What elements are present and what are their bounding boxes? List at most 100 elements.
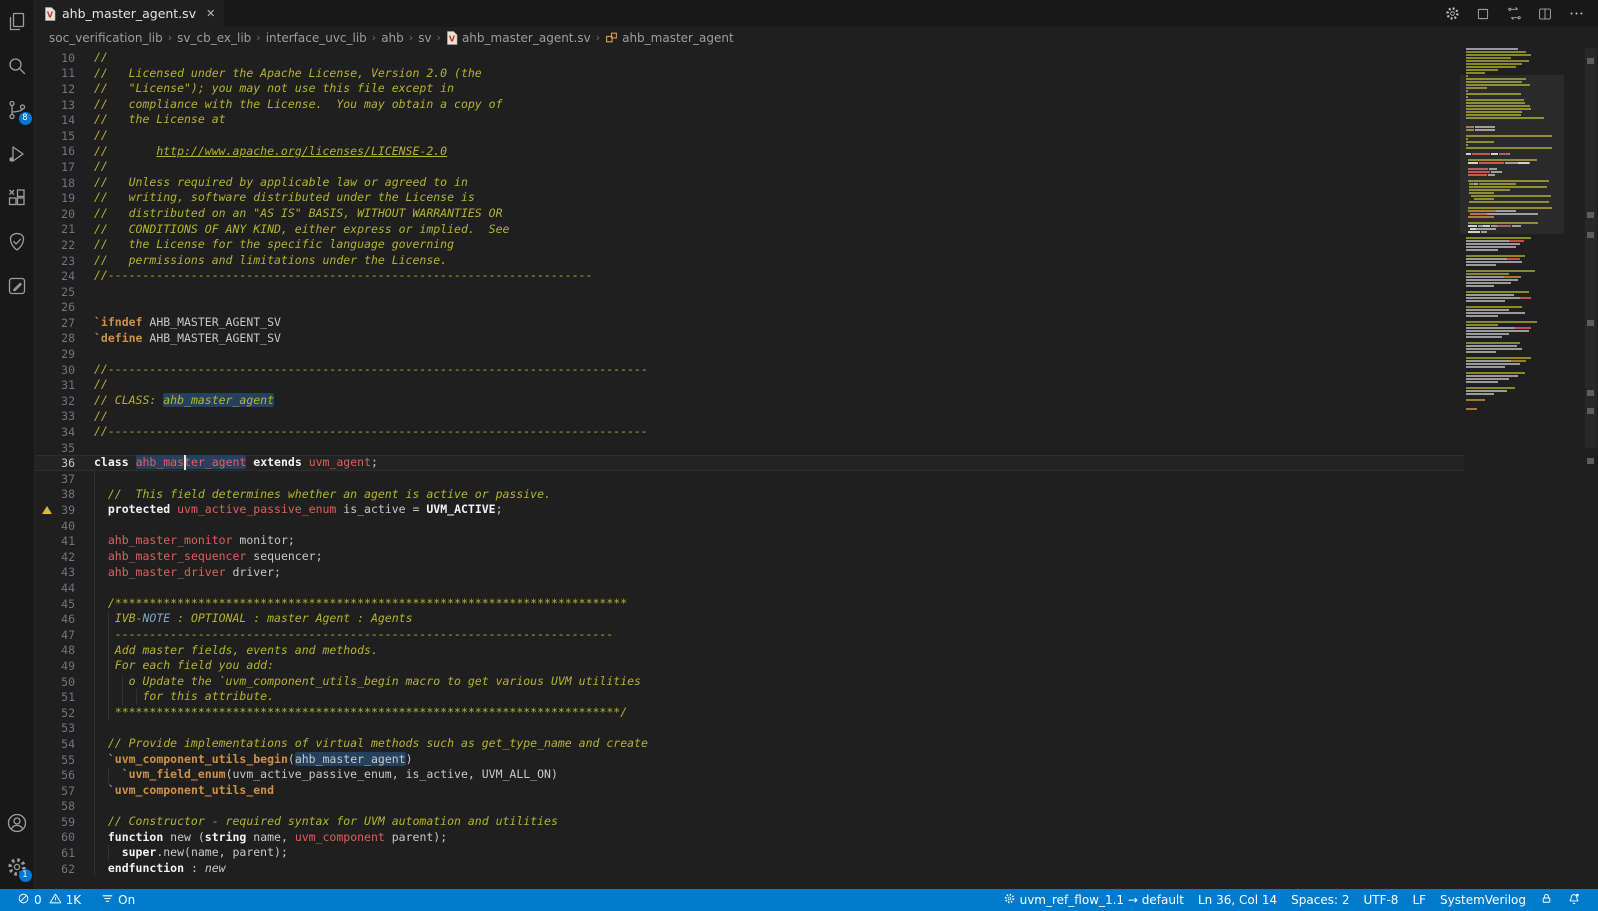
code-line-53[interactable]: 53 [35,721,1464,737]
eol-sequence[interactable]: LF [1405,893,1433,907]
tab-lock[interactable] [1533,892,1560,908]
task-status-label: uvm_ref_flow_1.1 → default [1020,893,1184,907]
code-line-35[interactable]: 35 [35,440,1464,456]
code-line-58[interactable]: 58 [35,799,1464,815]
explorer-icon[interactable] [0,0,35,44]
code-line-13[interactable]: 13// compliance with the License. You ma… [35,97,1464,113]
code-line-32[interactable]: 32// CLASS: ahb_master_agent [35,393,1464,409]
code-line-60[interactable]: 60 function new (string name, uvm_compon… [35,830,1464,846]
tab-ahb-master-agent[interactable]: V ahb_master_agent.sv ✕ [35,0,224,27]
accounts-icon[interactable] [0,801,35,845]
breadcrumb-item-sv-cb-ex-lib[interactable]: sv_cb_ex_lib [177,31,251,45]
code-line-45[interactable]: 45 /************************************… [35,596,1464,612]
code-line-23[interactable]: 23// permissions and limitations under t… [35,253,1464,269]
cursor-position[interactable]: Ln 36, Col 14 [1191,893,1284,907]
code-editor[interactable]: 10//11// Licensed under the Apache Licen… [35,48,1598,889]
code-line-37[interactable]: 37 [35,471,1464,487]
code-line-59[interactable]: 59 // Constructor - required syntax for … [35,814,1464,830]
code-line-52[interactable]: 52 *************************************… [35,705,1464,721]
code-line-36[interactable]: 36class ahb_master_agent extends uvm_age… [35,455,1464,471]
code-line-43[interactable]: 43 ahb_master_driver driver; [35,565,1464,581]
code-line-39[interactable]: 39 protected uvm_active_passive_enum is_… [35,502,1464,518]
code-line-15[interactable]: 15// [35,128,1464,144]
run-debug-icon[interactable] [0,132,35,176]
code-line-27[interactable]: 27`ifndef AHB_MASTER_AGENT_SV [35,315,1464,331]
code-line-11[interactable]: 11// Licensed under the Apache License, … [35,66,1464,82]
lock-icon [1540,892,1553,908]
open-changes-icon[interactable] [1502,3,1526,25]
code-line-19[interactable]: 19// writing, software distributed under… [35,190,1464,206]
settings-gear-icon[interactable] [1440,3,1464,25]
breadcrumb-label: ahb_master_agent.sv [462,31,591,45]
breadcrumb-item-sv[interactable]: sv [418,31,431,45]
search-icon[interactable] [0,44,35,88]
code-line-38[interactable]: 38 // This field determines whether an a… [35,487,1464,503]
code-line-18[interactable]: 18// Unless required by applicable law o… [35,175,1464,191]
encoding[interactable]: UTF-8 [1356,893,1405,907]
breadcrumb-item-soc-verification-lib[interactable]: soc_verification_lib [49,31,163,45]
breadcrumb-item-ahb[interactable]: ahb [381,31,404,45]
task-status[interactable]: uvm_ref_flow_1.1 → default [996,892,1191,908]
code-line-34[interactable]: 34//------------------------------------… [35,424,1464,440]
code-line-12[interactable]: 12// "License"); you may not use this fi… [35,81,1464,97]
indent-guide [136,689,137,705]
code-line-57[interactable]: 57 `uvm_component_utils_end [35,783,1464,799]
code-line-24[interactable]: 24//------------------------------------… [35,268,1464,284]
code-line-31[interactable]: 31// [35,377,1464,393]
breadcrumb-item-ahb-master-agent[interactable]: ahb_master_agent [605,31,734,45]
split-editor-icon[interactable] [1533,3,1557,25]
more-actions-icon[interactable] [1564,3,1588,25]
source-control-icon[interactable]: 8 [0,88,35,132]
code-line-16[interactable]: 16// http://www.apache.org/licenses/LICE… [35,144,1464,160]
code-line-29[interactable]: 29 [35,346,1464,362]
notebook-icon[interactable] [0,264,35,308]
code-line-22[interactable]: 22// the License for the specific langua… [35,237,1464,253]
code-line-30[interactable]: 30//------------------------------------… [35,362,1464,378]
scrollbar[interactable] [1584,48,1598,889]
language-mode[interactable]: SystemVerilog [1433,893,1533,907]
code-line-50[interactable]: 50 o Update the `uvm_component_utils_beg… [35,674,1464,690]
code-line-51[interactable]: 51 for this attribute. [35,689,1464,705]
indentation[interactable]: Spaces: 2 [1284,893,1356,907]
extensions-icon[interactable] [0,176,35,220]
layout-icon[interactable] [1471,3,1495,25]
code-line-14[interactable]: 14// the License at [35,112,1464,128]
breadcrumb-item-ahb-master-agent-sv[interactable]: Vahb_master_agent.sv [446,31,591,45]
code-line-21[interactable]: 21// CONDITIONS OF ANY KIND, either expr… [35,222,1464,238]
glyph-margin [35,705,57,721]
breadcrumb-separator: › [437,31,441,44]
code-line-40[interactable]: 40 [35,518,1464,534]
code-line-55[interactable]: 55 `uvm_component_utils_begin(ahb_master… [35,752,1464,768]
breadcrumb-item-interface-uvc-lib[interactable]: interface_uvc_lib [266,31,367,45]
code-line-46[interactable]: 46 IVB-NOTE : OPTIONAL : master Agent : … [35,611,1464,627]
testing-icon[interactable] [0,220,35,264]
close-icon[interactable]: ✕ [206,7,215,20]
code-line-47[interactable]: 47 -------------------------------------… [35,627,1464,643]
code-line-42[interactable]: 42 ahb_master_sequencer sequencer; [35,549,1464,565]
code-line-25[interactable]: 25 [35,284,1464,300]
code-line-41[interactable]: 41 ahb_master_monitor monitor; [35,533,1464,549]
code-line-56[interactable]: 56 `uvm_field_enum(uvm_active_passive_en… [35,767,1464,783]
minimap-line [1466,330,1558,332]
code-line-33[interactable]: 33// [35,409,1464,425]
code-line-17[interactable]: 17// [35,159,1464,175]
scrollbar-slider[interactable] [1585,48,1597,448]
filter-toggle[interactable]: On [94,892,142,908]
code-line-62[interactable]: 62 endfunction : new [35,861,1464,877]
minimap-slider[interactable] [1460,75,1564,234]
code-line-26[interactable]: 26 [35,300,1464,316]
glyph-margin [35,518,57,534]
code-line-54[interactable]: 54 // Provide implementations of virtual… [35,736,1464,752]
settings-icon[interactable]: 1 [0,845,35,889]
code-line-28[interactable]: 28`define AHB_MASTER_AGENT_SV [35,331,1464,347]
minimap[interactable] [1464,48,1560,889]
notifications[interactable] [1560,892,1588,909]
code-line-49[interactable]: 49 For each field you add: [35,658,1464,674]
code-line-44[interactable]: 44 [35,580,1464,596]
code-line-10[interactable]: 10// [35,50,1464,66]
code-line-48[interactable]: 48 Add master fields, events and methods… [35,643,1464,659]
code-line-20[interactable]: 20// distributed on an "AS IS" BASIS, WI… [35,206,1464,222]
minimap-line [1466,54,1558,56]
problems-status[interactable]: 0 1K [10,892,88,908]
code-line-61[interactable]: 61 super.new(name, parent); [35,845,1464,861]
